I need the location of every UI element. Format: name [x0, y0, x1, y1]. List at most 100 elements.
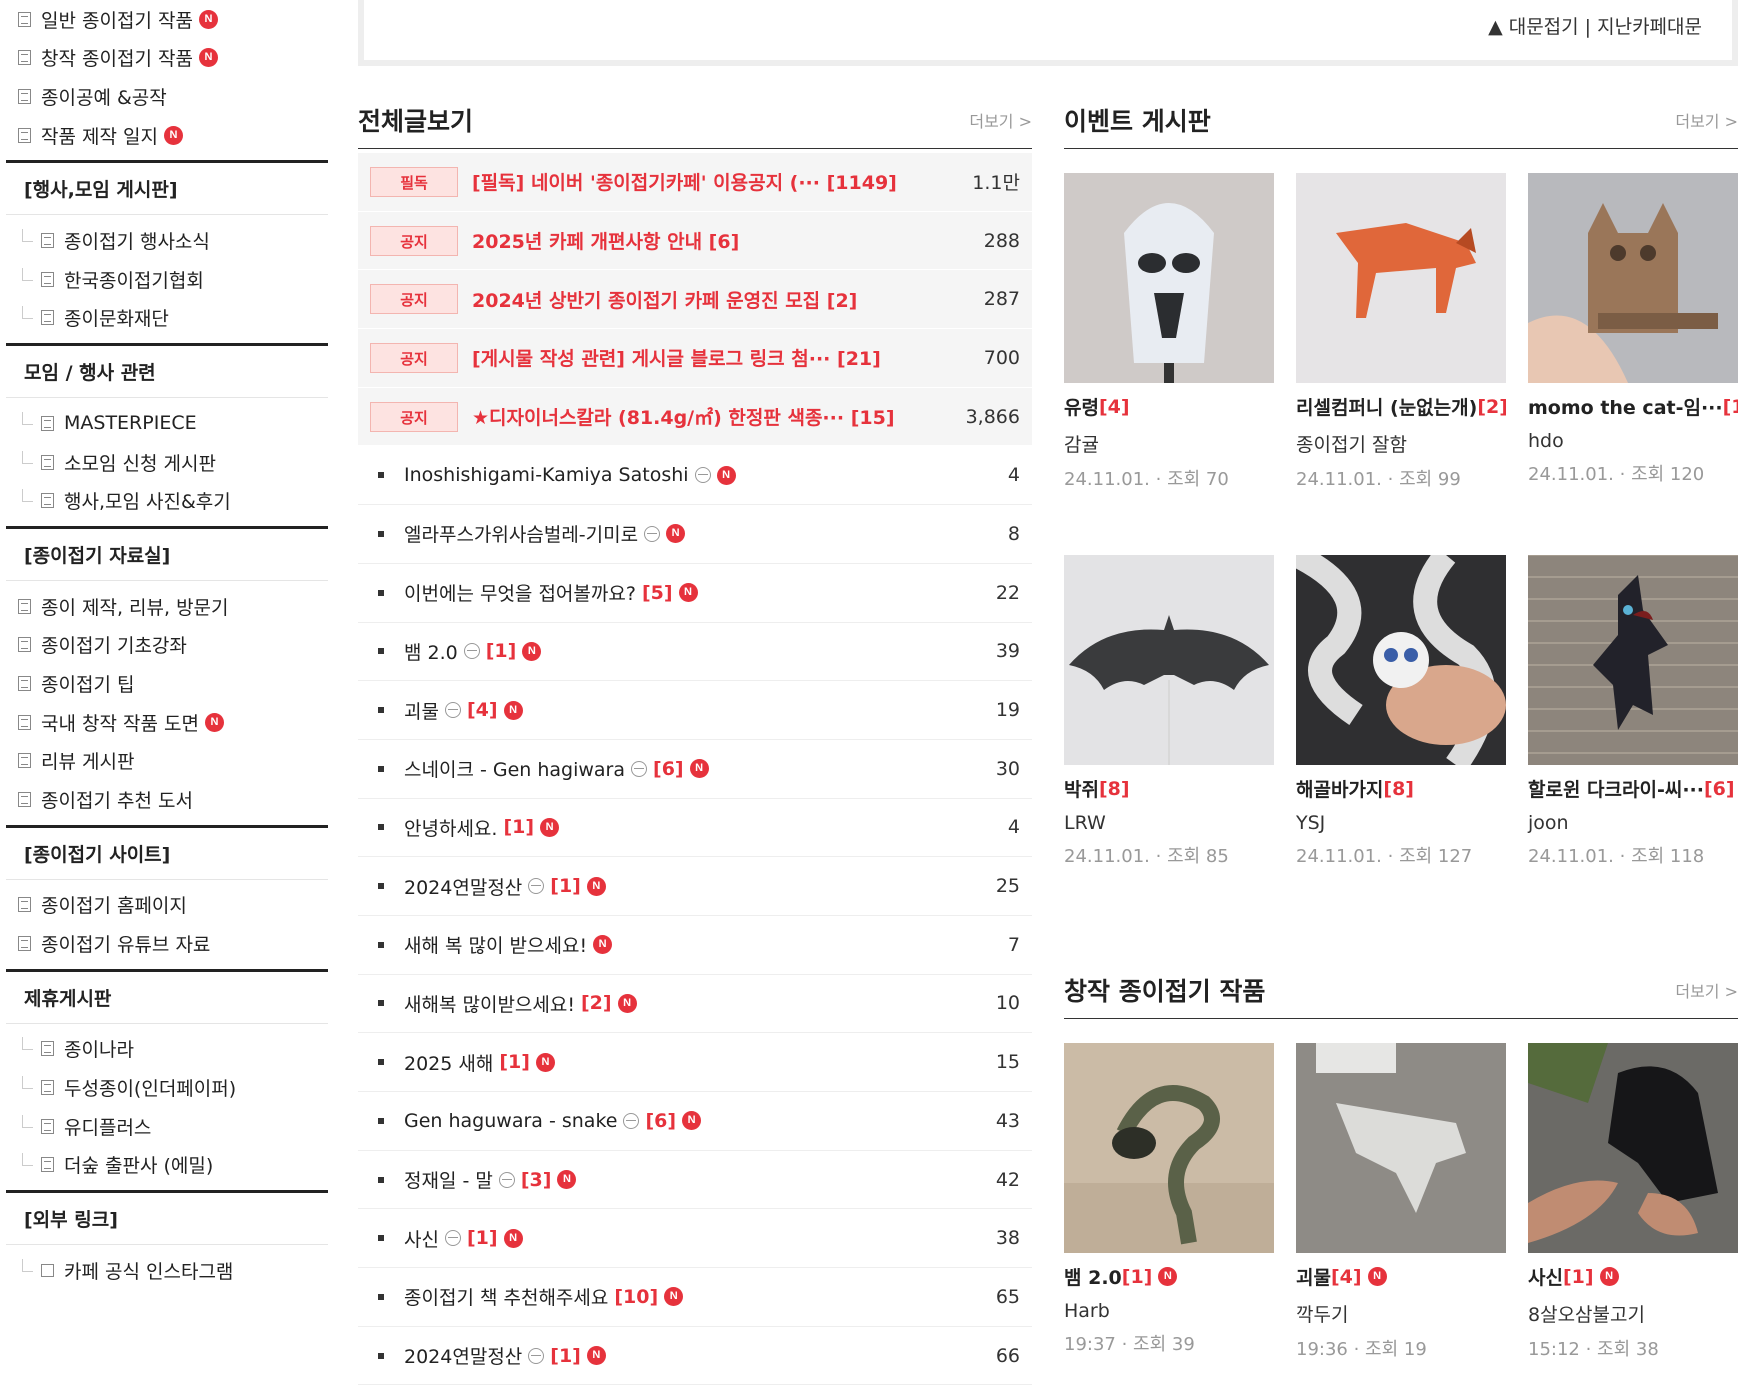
gallery-card[interactable]: 괴물 [4] N 깍두기 19:36 · 조회 19 — [1296, 1043, 1506, 1361]
post-row[interactable]: 새해 복 많이 받으세요! N 7 — [358, 916, 1032, 975]
comment-count[interactable]: [6] — [653, 758, 684, 780]
sidebar-menu-item[interactable]: 종이문화재단 — [6, 299, 328, 338]
comment-count[interactable]: [6] — [645, 1110, 676, 1132]
sidebar-menu-item[interactable]: 두성종이(인더페이퍼) — [6, 1068, 328, 1107]
thumbnail-image[interactable] — [1296, 1043, 1506, 1253]
sidebar-menu-item[interactable]: 일반 종이접기 작품 N — [6, 0, 328, 39]
gallery-card[interactable]: 해골바가지 [8] YSJ 24.11.01. · 조회 127 — [1296, 555, 1506, 937]
post-row[interactable]: 2024연말정산 [1] N 66 — [358, 1327, 1032, 1385]
thumbnail-image[interactable] — [1528, 173, 1738, 383]
post-title-link[interactable]: 새해 복 많이 받으세요! — [404, 931, 587, 958]
thumbnail-image[interactable] — [1296, 555, 1506, 765]
creative-board-title[interactable]: 창작 종이접기 작품 — [1064, 972, 1265, 1008]
sidebar-menu-item[interactable]: 종이나라 — [6, 1030, 328, 1069]
post-title-link[interactable]: 2025 새해 — [404, 1049, 493, 1076]
card-title-text[interactable]: 유령 — [1064, 393, 1099, 420]
comment-count[interactable]: [1] — [550, 875, 581, 897]
comment-count[interactable]: [6] — [1704, 778, 1735, 800]
comment-count[interactable]: [1] — [503, 816, 534, 838]
sidebar-menu-item[interactable]: 종이 제작, 리뷰, 방문기 — [6, 587, 328, 626]
card-author[interactable]: LRW — [1064, 812, 1274, 834]
card-title[interactable]: 할로윈 다크라이-씨··· [6] — [1528, 775, 1738, 802]
comment-count[interactable]: [2] — [1477, 396, 1506, 418]
post-title-link[interactable]: 이번에는 무엇을 접어볼까요? — [404, 579, 636, 606]
sidebar-menu-item[interactable]: 종이접기 추천 도서 — [6, 780, 328, 819]
thumbnail-image[interactable] — [1064, 1043, 1274, 1253]
gallery-card[interactable]: momo the cat-임···[10] hdo 24.11.01. · 조회 1… — [1528, 173, 1738, 555]
thumbnail-image[interactable] — [1064, 173, 1274, 383]
sidebar-menu-item[interactable]: 작품 제작 일지 N — [6, 116, 328, 155]
sidebar-menu-item[interactable]: 소모임 신청 게시판 — [6, 443, 328, 482]
gallery-card[interactable]: 박쥐 [8] LRW 24.11.01. · 조회 85 — [1064, 555, 1274, 937]
comment-count[interactable]: [2] — [581, 992, 612, 1014]
post-row[interactable]: 괴물 [4] N 19 — [358, 681, 1032, 740]
card-title[interactable]: 해골바가지 [8] — [1296, 775, 1506, 802]
card-author[interactable]: 깍두기 — [1296, 1300, 1506, 1327]
comment-count[interactable]: [10] — [614, 1286, 658, 1308]
sidebar-menu-item[interactable]: 종이공예 &공작 — [6, 77, 328, 116]
sidebar-menu-item[interactable]: 국내 창작 작품 도면 N — [6, 703, 328, 742]
post-title-link[interactable]: 뱀 2.0 — [404, 638, 458, 665]
post-title-link[interactable]: 2024연말정산 — [404, 1342, 522, 1369]
gallery-card[interactable]: 사신 [1] N 8살오삼불고기 15:12 · 조회 38 — [1528, 1043, 1738, 1361]
notice-row[interactable]: 공지 ★디자이너스칼라 (81.4g/㎡) 한정판 색종··· [15] 3,866 — [358, 387, 1032, 447]
card-author[interactable]: 8살오삼불고기 — [1528, 1300, 1738, 1327]
card-title-text[interactable]: 박쥐 — [1064, 775, 1099, 802]
comment-count[interactable]: [1] — [1563, 1266, 1594, 1288]
sidebar-menu-item[interactable]: 행사,모임 사진&후기 — [6, 481, 328, 520]
notice-row[interactable]: 필독 [필독] 네이버 '종이접기카페' 이용공지 (··· [1149] 1.1만 — [358, 153, 1032, 212]
post-title-link[interactable]: Inoshishigami-Kamiya Satoshi — [404, 464, 689, 486]
thumbnail-image[interactable] — [1528, 555, 1738, 765]
notice-title-link[interactable]: [필독] 네이버 '종이접기카페' 이용공지 (··· [1149] — [472, 168, 950, 195]
all-posts-title[interactable]: 전체글보기 — [358, 102, 473, 138]
card-author[interactable]: 종이접기 잘함 — [1296, 430, 1506, 457]
post-row[interactable]: 사신 [1] N 38 — [358, 1209, 1032, 1269]
sidebar-menu-item[interactable]: MASTERPIECE — [6, 404, 328, 443]
notice-row[interactable]: 공지 2025년 카페 개편사항 안내 [6] 288 — [358, 211, 1032, 271]
post-title-link[interactable]: 엘라푸스가위사슴벌레-기미로 — [404, 520, 638, 547]
notice-row[interactable]: 공지 [게시물 작성 관련] 게시글 블로그 링크 첨··· [21] 700 — [358, 329, 1032, 388]
event-board-title[interactable]: 이벤트 게시판 — [1064, 102, 1211, 138]
comment-count[interactable]: [5] — [642, 582, 673, 604]
card-title-text[interactable]: 해골바가지 — [1296, 775, 1383, 802]
card-title[interactable]: 유령 [4] — [1064, 393, 1274, 420]
card-title-text[interactable]: 괴물 — [1296, 1263, 1331, 1290]
post-title-link[interactable]: 스네이크 - Gen hagiwara — [404, 755, 625, 782]
post-title-link[interactable]: 괴물 — [404, 697, 439, 724]
post-row[interactable]: 엘라푸스가위사슴벌레-기미로 N 8 — [358, 505, 1032, 564]
card-title-text[interactable]: 할로윈 다크라이-씨··· — [1528, 775, 1704, 802]
comment-count[interactable]: [8] — [1099, 778, 1130, 800]
post-row[interactable]: 종이접기 책 추천해주세요 [10] N 65 — [358, 1268, 1032, 1327]
sidebar-menu-item[interactable]: 종이접기 유튜브 자료 — [6, 924, 328, 963]
gallery-card[interactable]: 유령 [4] 감귤 24.11.01. · 조회 70 — [1064, 173, 1274, 555]
post-title-link[interactable]: 새해복 많이받으세요! — [404, 990, 575, 1017]
all-posts-more-link[interactable]: 더보기 > — [969, 108, 1032, 132]
post-row[interactable]: 2024연말정산 [1] N 25 — [358, 857, 1032, 916]
card-title-text[interactable]: 뱀 2.0 — [1064, 1263, 1122, 1290]
comment-count[interactable]: [4] — [467, 699, 498, 721]
post-title-link[interactable]: 2024연말정산 — [404, 873, 522, 900]
thumbnail-image[interactable] — [1064, 555, 1274, 765]
gallery-card[interactable]: 리셀컴퍼니 (눈없는개) [2] 종이접기 잘함 24.11.01. · 조회 99 — [1296, 173, 1506, 555]
notice-title-link[interactable]: [게시물 작성 관련] 게시글 블로그 링크 첨··· [21] — [472, 344, 950, 371]
card-title-text[interactable]: 사신 — [1528, 1263, 1563, 1290]
comment-count[interactable]: [4] — [1331, 1266, 1362, 1288]
gallery-card[interactable]: 뱀 2.0 [1] N Harb 19:37 · 조회 39 — [1064, 1043, 1274, 1361]
post-row[interactable]: Gen haguwara - snake [6] N 43 — [358, 1092, 1032, 1151]
post-row[interactable]: 스네이크 - Gen hagiwara [6] N 30 — [358, 740, 1032, 799]
sidebar-menu-item[interactable]: 종이접기 팁 — [6, 664, 328, 703]
gallery-card[interactable]: 할로윈 다크라이-씨··· [6] joon 24.11.01. · 조회 118 — [1528, 555, 1738, 937]
event-board-more-link[interactable]: 더보기 > — [1675, 108, 1738, 132]
card-title[interactable]: 괴물 [4] N — [1296, 1263, 1506, 1290]
card-title[interactable]: 사신 [1] N — [1528, 1263, 1738, 1290]
card-title[interactable]: 뱀 2.0 [1] N — [1064, 1263, 1274, 1290]
comment-count[interactable]: [1] — [467, 1227, 498, 1249]
post-row[interactable]: 뱀 2.0 [1] N 39 — [358, 623, 1032, 682]
comment-count[interactable]: [3] — [521, 1169, 552, 1191]
post-title-link[interactable]: 종이접기 책 추천해주세요 — [404, 1283, 608, 1310]
comment-count[interactable]: [1] — [550, 1345, 581, 1367]
post-title-link[interactable]: 안녕하세요. — [404, 814, 497, 841]
post-row[interactable]: 새해복 많이받으세요! [2] N 10 — [358, 975, 1032, 1034]
card-author[interactable]: hdo — [1528, 430, 1738, 452]
sidebar-menu-item[interactable]: 창작 종이접기 작품 N — [6, 39, 328, 78]
